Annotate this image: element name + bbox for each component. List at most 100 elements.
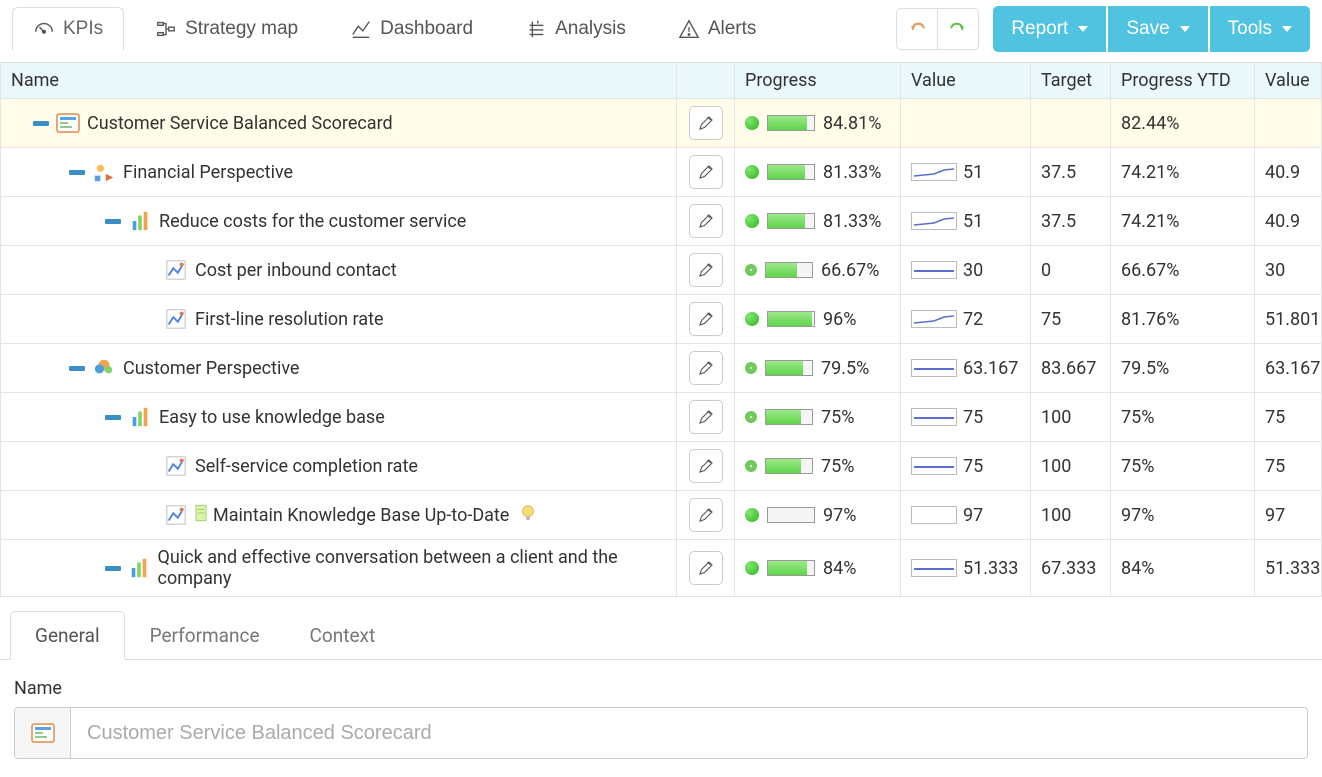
- main-toolbar: KPIs Strategy map Dashboard Analysis Ale…: [0, 0, 1322, 63]
- target-value: 83.667: [1031, 344, 1111, 393]
- collapse-icon[interactable]: [105, 217, 121, 225]
- undo-button[interactable]: [896, 8, 938, 50]
- tab-dashboard-label: Dashboard: [380, 18, 473, 40]
- edit-button[interactable]: [689, 498, 723, 532]
- progress-value: 75%: [821, 407, 854, 428]
- col-target[interactable]: Target: [1031, 63, 1111, 99]
- status-dot: [745, 508, 759, 522]
- pencil-icon: [697, 457, 715, 475]
- col-name[interactable]: Name: [1, 63, 677, 99]
- row-name: Quick and effective conversation between…: [158, 547, 666, 589]
- edit-button[interactable]: [689, 551, 723, 585]
- pencil-icon: [697, 506, 715, 524]
- pencil-icon: [697, 212, 715, 230]
- pencil-icon: [697, 261, 715, 279]
- col-value[interactable]: Value: [901, 63, 1031, 99]
- collapse-icon[interactable]: [33, 119, 49, 127]
- collapse-icon[interactable]: [69, 168, 85, 176]
- value: 97: [963, 505, 983, 526]
- progress-bar: [765, 262, 813, 278]
- status-dot: [745, 214, 759, 228]
- tab-analysis[interactable]: Analysis: [504, 7, 647, 51]
- pencil-icon: [697, 559, 715, 577]
- subtab-general[interactable]: General: [10, 611, 125, 660]
- edit-button[interactable]: [689, 351, 723, 385]
- progress-value: 84%: [823, 558, 856, 579]
- edit-button[interactable]: [689, 253, 723, 287]
- progress-value: 66.67%: [821, 260, 879, 281]
- table-row[interactable]: Self-service completion rate75%7510075%7…: [1, 442, 1322, 491]
- edit-button[interactable]: [689, 155, 723, 189]
- goal-icon: [127, 210, 153, 232]
- undo-icon: [907, 19, 927, 39]
- row-name: Self-service completion rate: [195, 456, 418, 477]
- table-row[interactable]: Easy to use knowledge base75%7510075%75: [1, 393, 1322, 442]
- tab-kpis[interactable]: KPIs: [12, 7, 124, 51]
- row-name: Maintain Knowledge Base Up-to-Date: [213, 505, 509, 526]
- kpi-tree-table: Name Progress Value Target Progress YTD …: [0, 63, 1322, 597]
- save-label: Save: [1126, 18, 1169, 40]
- map-icon: [155, 18, 177, 40]
- tab-dashboard[interactable]: Dashboard: [329, 7, 494, 51]
- progress-value: 96%: [823, 309, 856, 330]
- edit-button[interactable]: [689, 302, 723, 336]
- tab-kpis-label: KPIs: [63, 18, 103, 40]
- detail-subtabs: General Performance Context: [0, 611, 1322, 660]
- kpi-icon: [163, 308, 189, 330]
- table-row[interactable]: Reduce costs for the customer service81.…: [1, 197, 1322, 246]
- target-value: 100: [1031, 442, 1111, 491]
- target-value: 100: [1031, 393, 1111, 442]
- row-name: First-line resolution rate: [195, 309, 384, 330]
- caret-down-icon: [1180, 26, 1190, 32]
- target-value: 37.5: [1031, 197, 1111, 246]
- table-row[interactable]: Customer Service Balanced Scorecard84.81…: [1, 99, 1322, 148]
- scorecard-icon: [31, 723, 55, 743]
- collapse-icon[interactable]: [105, 564, 121, 572]
- value2: 51.333: [1255, 540, 1322, 597]
- edit-button[interactable]: [689, 106, 723, 140]
- table-row[interactable]: Quick and effective conversation between…: [1, 540, 1322, 597]
- progress-bar: [765, 458, 813, 474]
- goal-icon: [127, 406, 153, 428]
- tools-button[interactable]: Tools: [1210, 6, 1310, 52]
- progress-value: 84.81%: [823, 113, 881, 134]
- col-progress-ytd[interactable]: Progress YTD: [1111, 63, 1255, 99]
- edit-button[interactable]: [689, 400, 723, 434]
- table-row[interactable]: Financial Perspective81.33%5137.574.21%4…: [1, 148, 1322, 197]
- table-row[interactable]: First-line resolution rate96%727581.76%5…: [1, 295, 1322, 344]
- col-progress[interactable]: Progress: [735, 63, 901, 99]
- value2: 75: [1255, 442, 1322, 491]
- sparkline: [911, 359, 957, 377]
- tab-strategy-map[interactable]: Strategy map: [134, 7, 319, 51]
- table-row[interactable]: Maintain Knowledge Base Up-to-Date97%971…: [1, 491, 1322, 540]
- note-icon: [195, 504, 207, 527]
- status-dot: [745, 362, 757, 374]
- caret-down-icon: [1078, 26, 1088, 32]
- gauge-icon: [33, 18, 55, 40]
- edit-button[interactable]: [689, 204, 723, 238]
- value2: 97: [1255, 491, 1322, 540]
- tab-alerts[interactable]: Alerts: [657, 7, 778, 51]
- value2: 51.801: [1255, 295, 1322, 344]
- progress-value: 81.33%: [823, 211, 881, 232]
- collapse-icon[interactable]: [69, 364, 85, 372]
- progress-bar: [767, 311, 815, 327]
- save-button[interactable]: Save: [1108, 6, 1207, 52]
- table-row[interactable]: Customer Perspective79.5%63.16783.66779.…: [1, 344, 1322, 393]
- progress-ytd-value: 66.67%: [1111, 246, 1255, 295]
- redo-button[interactable]: [937, 8, 979, 50]
- chart-icon: [350, 18, 372, 40]
- table-row[interactable]: Cost per inbound contact66.67%30066.67%3…: [1, 246, 1322, 295]
- redo-icon: [948, 19, 968, 39]
- name-input-row: [14, 707, 1308, 759]
- edit-button[interactable]: [689, 449, 723, 483]
- row-name: Cost per inbound contact: [195, 260, 397, 281]
- collapse-icon[interactable]: [105, 413, 121, 421]
- col-value2[interactable]: Value: [1255, 63, 1322, 99]
- sparkline: [911, 457, 957, 475]
- name-input[interactable]: [71, 708, 1307, 758]
- subtab-performance[interactable]: Performance: [125, 611, 285, 659]
- value: 63.167: [963, 358, 1018, 379]
- report-button[interactable]: Report: [993, 6, 1106, 52]
- subtab-context[interactable]: Context: [285, 611, 401, 659]
